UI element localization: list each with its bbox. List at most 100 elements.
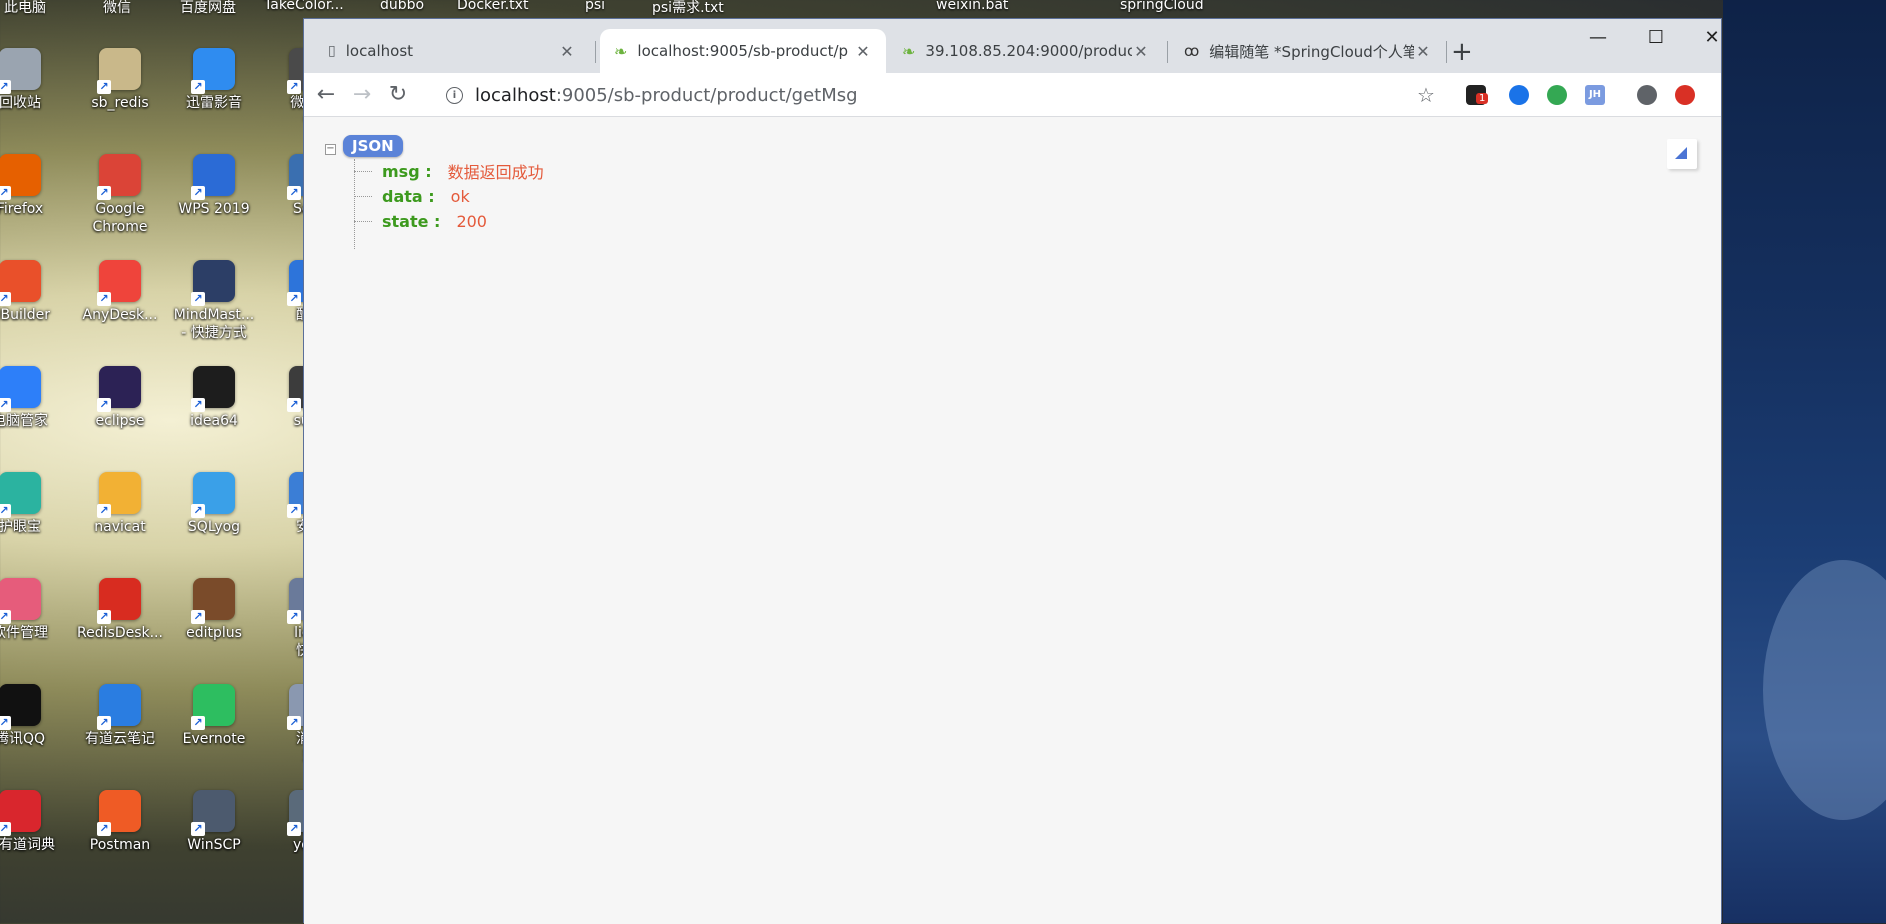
desktop-icon-label: 软件管理 xyxy=(0,625,48,641)
reload-button[interactable]: ↻ xyxy=(384,81,412,109)
sqlyog-icon xyxy=(191,472,235,518)
tab-sb-product[interactable]: ❧ localhost:9005/sb-product/p ✕ xyxy=(600,29,886,73)
desktop-label[interactable]: TakeColor... xyxy=(264,0,344,13)
tab-remote-product[interactable]: ❧ 39.108.85.204:9000/product ✕ xyxy=(888,29,1164,73)
tree-connector xyxy=(354,220,372,222)
minimize-button[interactable]: — xyxy=(1578,27,1618,51)
desktop-label[interactable]: 此电脑 xyxy=(4,0,46,17)
desktop-icon[interactable]: editplus xyxy=(166,578,262,642)
desktop-label[interactable]: 百度网盘 xyxy=(180,0,236,17)
extension-icon[interactable]: 1 xyxy=(1466,85,1489,105)
desktop-icon[interactable]: 有道云笔记 xyxy=(72,684,168,748)
close-icon[interactable]: ✕ xyxy=(1132,42,1150,61)
extension-globe-icon[interactable] xyxy=(1509,85,1529,105)
desktop-label[interactable]: dubbo xyxy=(380,0,424,13)
desktop-icon[interactable]: navicat xyxy=(72,472,168,536)
recycle-bin-icon xyxy=(0,48,41,94)
wps-icon xyxy=(191,154,235,200)
page-icon: ▯ xyxy=(328,43,336,59)
info-icon[interactable]: i xyxy=(446,86,463,104)
tree-connector xyxy=(354,195,372,197)
extension-jh-icon[interactable]: JH xyxy=(1585,85,1605,105)
desktop-icon[interactable]: 护眼宝 xyxy=(0,472,68,536)
desktop-icon[interactable]: idea64 xyxy=(166,366,262,430)
view-toggle-button[interactable] xyxy=(1667,139,1697,169)
forward-button[interactable]: → xyxy=(348,81,376,109)
close-icon[interactable]: ✕ xyxy=(558,42,576,61)
json-value: 200 xyxy=(456,211,487,231)
desktop-icon[interactable]: AnyDesk... xyxy=(72,260,168,324)
desktop-icon[interactable]: MindMast... - 快捷方式 xyxy=(166,260,262,342)
profile-avatar-icon[interactable] xyxy=(1637,85,1657,105)
desktop-icon[interactable]: Firefox xyxy=(0,154,68,218)
update-icon[interactable] xyxy=(1675,85,1695,105)
desktop-icon[interactable]: SQLyog xyxy=(166,472,262,536)
desktop-icon[interactable]: 迅雷影音 xyxy=(166,48,262,112)
tab-localhost[interactable]: ▯ localhost ✕ xyxy=(314,29,590,73)
desktop-label[interactable]: springCloud xyxy=(1120,0,1204,13)
editplus-icon xyxy=(191,578,235,624)
desktop-icon[interactable]: HBuilder xyxy=(0,260,68,324)
spring-leaf-icon: ❧ xyxy=(902,41,916,61)
desktop-label[interactable]: Docker.txt xyxy=(457,0,528,13)
json-badge[interactable]: JSON xyxy=(343,135,403,157)
desktop-label[interactable]: psi xyxy=(585,0,605,13)
url-host: localhost xyxy=(475,84,556,106)
eclipse-icon xyxy=(97,366,141,412)
close-window-button[interactable]: ✕ xyxy=(1692,27,1732,51)
desktop-icon-label: WinSCP xyxy=(187,837,241,853)
back-button[interactable]: ← xyxy=(312,81,340,109)
close-icon[interactable]: ✕ xyxy=(854,42,872,61)
browser-window: ▯ localhost ✕ ❧ localhost:9005/sb-produc… xyxy=(303,18,1722,924)
json-key: data : xyxy=(382,186,435,206)
tab-title: 编辑随笔 *SpringCloud个人笔 xyxy=(1209,42,1414,61)
chrome-icon xyxy=(97,154,141,200)
url-path: :9005/sb-product/product/getMsg xyxy=(555,84,858,106)
tab-blog-editor[interactable]: ꝏ 编辑随笔 *SpringCloud个人笔 ✕ xyxy=(1170,29,1446,73)
tab-separator xyxy=(595,41,596,63)
json-value: ok xyxy=(450,186,470,206)
bookmark-star-icon[interactable]: ☆ xyxy=(1412,81,1440,109)
collapse-toggle[interactable]: − xyxy=(325,144,336,155)
hbuilder-icon xyxy=(0,260,41,306)
desktop-label[interactable]: weixin.bat xyxy=(936,0,1008,13)
desktop-icon[interactable]: 软件管理 xyxy=(0,578,68,642)
evernote-icon xyxy=(191,684,235,730)
browser-toolbar: ← → ↻ i localhost:9005/sb-product/produc… xyxy=(304,73,1721,117)
desktop-icon[interactable]: Postman xyxy=(72,790,168,854)
tab-title: 39.108.85.204:9000/product xyxy=(925,42,1132,60)
json-key: state : xyxy=(382,211,441,231)
desktop-icon[interactable]: WPS 2019 xyxy=(166,154,262,218)
url-text[interactable]: localhost:9005/sb-product/product/getMsg xyxy=(475,85,858,106)
extension-world-icon[interactable] xyxy=(1547,85,1567,105)
desktop-icon[interactable]: 回收站 xyxy=(0,48,68,112)
desktop-icon-label: SQLyog xyxy=(187,519,241,535)
qq-icon xyxy=(0,684,41,730)
desktop-icon-label: 迅雷影音 xyxy=(186,95,242,111)
desktop-label[interactable]: psi需求.txt xyxy=(652,0,724,17)
new-tab-button[interactable]: + xyxy=(1451,39,1473,65)
desktop-icon-label: sb_redis xyxy=(91,95,149,111)
desktop-icon-label: editplus xyxy=(186,625,242,641)
close-icon[interactable]: ✕ xyxy=(1414,42,1432,61)
address-bar[interactable]: i localhost:9005/sb-product/product/getM… xyxy=(446,79,1446,111)
desktop-icon-label: Postman xyxy=(89,837,151,853)
desktop-wallpaper-right xyxy=(1723,0,1886,923)
desktop-icon-label: eclipse xyxy=(95,413,145,429)
desktop-icon[interactable]: eclipse xyxy=(72,366,168,430)
desktop-icon[interactable]: 腾讯QQ xyxy=(0,684,68,748)
desktop-icon[interactable]: Evernote xyxy=(166,684,262,748)
desktop-icon[interactable]: 易有道词典 xyxy=(0,790,68,854)
desktop-icon[interactable]: sb_redis xyxy=(72,48,168,112)
desktop-icon[interactable]: WinSCP xyxy=(166,790,262,854)
desktop-icon-label: HBuilder xyxy=(0,307,51,323)
tree-connector xyxy=(354,170,372,172)
desktop-icon-label: 护眼宝 xyxy=(0,519,41,535)
maximize-button[interactable]: ☐ xyxy=(1636,27,1676,51)
desktop-icon[interactable]: RedisDesk... xyxy=(72,578,168,642)
desktop-label[interactable]: 微信 xyxy=(103,0,131,17)
software-manager-icon xyxy=(0,578,41,624)
redis-desktop-icon xyxy=(97,578,141,624)
desktop-icon[interactable]: 电脑管家 xyxy=(0,366,68,430)
desktop-icon[interactable]: Google Chrome xyxy=(72,154,168,236)
